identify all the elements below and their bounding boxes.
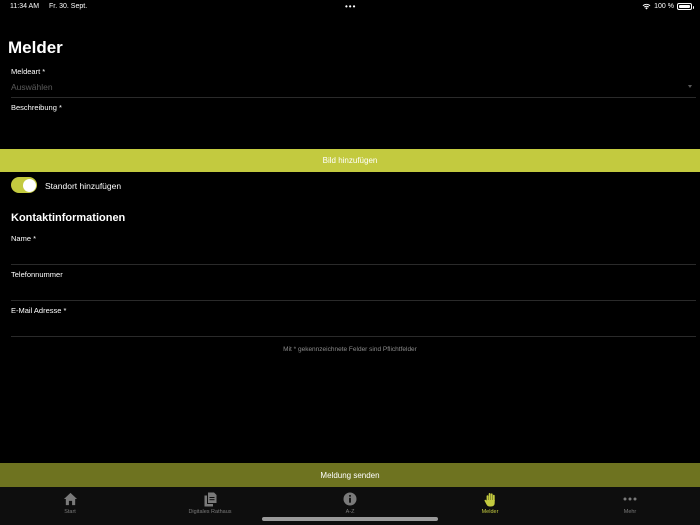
type-label: Meldeart * (11, 67, 46, 76)
required-fields-note: Mit * gekennzeichnete Felder sind Pflich… (283, 346, 417, 353)
multitasking-dots[interactable]: ••• (345, 2, 356, 11)
status-date: Fr. 30. Sept. (49, 3, 88, 10)
info-icon (343, 492, 357, 506)
location-toggle[interactable] (11, 177, 37, 193)
name-divider (11, 264, 696, 265)
name-input[interactable] (11, 246, 696, 262)
status-time: 11:34 AM (10, 3, 40, 10)
dropdown-arrow-icon (688, 85, 692, 88)
tab-start[interactable]: Start (0, 487, 140, 525)
add-image-button[interactable]: Bild hinzufügen (0, 149, 700, 172)
phone-divider (11, 300, 696, 301)
wifi-icon (642, 3, 651, 10)
type-divider (11, 97, 696, 98)
tab-mehr[interactable]: Mehr (560, 487, 700, 525)
contact-section-title: Kontaktinformationen (11, 212, 126, 224)
more-dots-icon (623, 497, 637, 501)
battery-icon (677, 3, 694, 10)
location-toggle-label: Standort hinzufügen (45, 181, 122, 191)
send-report-button[interactable]: Meldung senden (0, 463, 700, 487)
email-label: E-Mail Adresse * (11, 306, 67, 315)
house-icon (63, 492, 77, 506)
description-input[interactable] (11, 114, 696, 144)
tab-label: Mehr (623, 509, 637, 515)
tab-label: Start (64, 509, 76, 515)
name-label: Name * (11, 234, 37, 243)
email-input[interactable] (11, 318, 696, 334)
tab-label: Digitales Rathaus (188, 509, 232, 515)
phone-input[interactable] (11, 282, 696, 298)
tab-digitales-rathaus[interactable]: Digitales Rathaus (140, 487, 280, 525)
tab-melder[interactable]: Melder (420, 487, 560, 525)
toggle-knob (22, 178, 36, 192)
home-indicator[interactable] (262, 517, 438, 521)
tab-label: A-Z (345, 509, 355, 515)
description-label: Beschreibung * (11, 103, 62, 112)
battery-percent: 100 % (654, 3, 674, 10)
documents-icon (204, 492, 216, 506)
type-select-value: Auswählen (11, 82, 53, 92)
hand-icon (483, 492, 495, 506)
type-select[interactable]: Auswählen (11, 82, 696, 96)
email-divider (11, 336, 696, 337)
tab-label: Melder (481, 509, 499, 515)
page-title: Melder (8, 38, 63, 57)
status-bar: 11:34 AM Fr. 30. Sept. ••• 100 % (0, 0, 700, 14)
phone-label: Telefonnummer (11, 270, 63, 279)
